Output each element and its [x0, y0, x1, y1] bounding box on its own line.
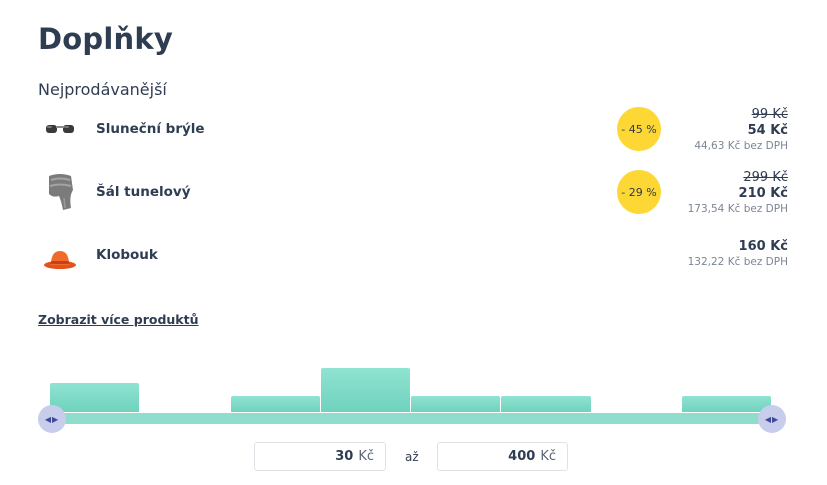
net-price: 44,63 Kč bez DPH — [694, 140, 788, 152]
product-name[interactable]: Šál tunelový — [96, 184, 191, 200]
currency-label: Kč — [540, 449, 556, 464]
current-price: 210 Kč — [738, 186, 788, 201]
currency-label: Kč — [358, 449, 374, 464]
discount-badge: - 29 % — [617, 170, 661, 214]
page-title: Doplňky — [38, 22, 173, 56]
product-item-hat[interactable]: Klobouk 160 Kč 132,22 Kč bez DPH — [38, 237, 788, 283]
product-item-sunglasses[interactable]: Sluneční brýle - 45 % 99 Kč 54 Kč 44,63 … — [38, 107, 788, 153]
price-histogram — [50, 360, 772, 412]
drag-arrows-icon: ◀▶ — [764, 414, 780, 424]
min-price-value: 30 — [335, 449, 354, 464]
histogram-bar — [411, 396, 501, 412]
show-more-products-link[interactable]: Zobrazit více produktů — [38, 312, 199, 327]
min-price-input[interactable]: 30 Kč — [254, 442, 386, 471]
discount-badge: - 45 % — [617, 107, 661, 151]
product-name[interactable]: Sluneční brýle — [96, 121, 205, 137]
scarf-icon[interactable] — [38, 170, 82, 214]
histogram-bar — [50, 383, 140, 412]
hat-icon[interactable] — [38, 237, 82, 281]
net-price: 173,54 Kč bez DPH — [687, 203, 788, 215]
old-price: 299 Kč — [743, 170, 788, 185]
histogram-bar — [230, 396, 320, 412]
range-separator: až — [405, 450, 419, 464]
histogram-bar — [320, 367, 410, 412]
histogram-bar — [681, 396, 771, 412]
histogram-bar — [501, 396, 591, 412]
current-price: 54 Kč — [747, 123, 788, 138]
price-range-track[interactable] — [50, 413, 772, 424]
sunglasses-icon[interactable] — [38, 107, 82, 151]
min-price-handle[interactable]: ◀▶ — [38, 405, 66, 433]
product-prices: 160 Kč 132,22 Kč bez DPH — [688, 239, 788, 270]
product-prices: 99 Kč 54 Kč 44,63 Kč bez DPH — [694, 107, 788, 154]
current-price: 160 Kč — [738, 239, 788, 254]
old-price: 99 Kč — [751, 107, 788, 122]
net-price: 132,22 Kč bez DPH — [687, 256, 788, 268]
product-prices: 299 Kč 210 Kč 173,54 Kč bez DPH — [688, 170, 788, 217]
max-price-value: 400 — [508, 449, 536, 464]
product-name[interactable]: Klobouk — [96, 247, 158, 263]
drag-arrows-icon: ◀▶ — [44, 414, 60, 424]
product-item-scarf[interactable]: Šál tunelový - 29 % 299 Kč 210 Kč 173,54… — [38, 170, 788, 216]
max-price-input[interactable]: 400 Kč — [437, 442, 568, 471]
section-title: Nejprodávanější — [38, 80, 167, 99]
max-price-handle[interactable]: ◀▶ — [758, 405, 786, 433]
